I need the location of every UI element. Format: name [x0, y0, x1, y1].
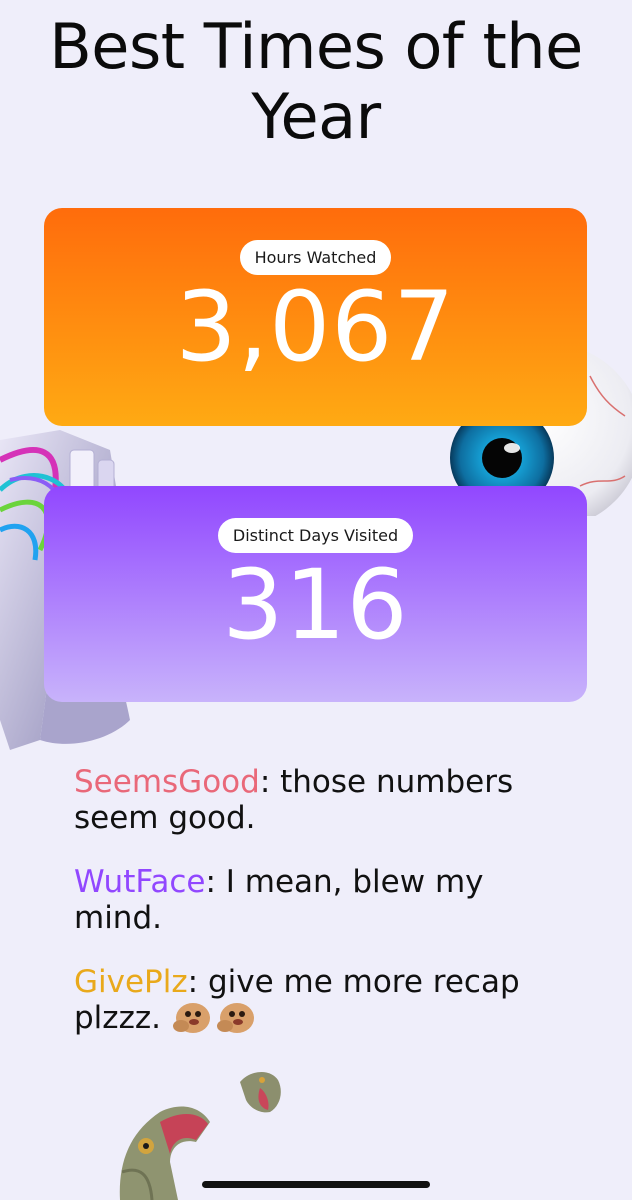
home-indicator[interactable] [202, 1181, 430, 1188]
chat-username: WutFace [74, 864, 206, 900]
chat-message: SeemsGood: those numbers seem good. [74, 764, 554, 836]
hours-watched-card: Hours Watched 3,067 [44, 208, 587, 426]
distinct-days-value: 316 [222, 549, 409, 661]
distinct-days-card: Distinct Days Visited 316 [44, 486, 587, 702]
chat-username: GivePlz [74, 964, 188, 1000]
chat-separator: : [205, 864, 216, 900]
chat-username: SeemsGood [74, 764, 260, 800]
chat-separator: : [187, 964, 199, 1000]
giveplz-emote-icon [172, 1003, 210, 1033]
giveplz-emote-icon [216, 1003, 254, 1033]
hours-watched-value: 3,067 [175, 271, 456, 383]
lizard-icon [119, 1071, 281, 1200]
hours-watched-label: Hours Watched [239, 240, 392, 275]
chat-message: GivePlz: give me more recap plzzz. [74, 964, 554, 1036]
page-title: Best Times of the Year [49, 10, 583, 153]
distinct-days-label: Distinct Days Visited [217, 518, 414, 553]
chat-separator: : [259, 764, 271, 800]
chat-message: WutFace: I mean, blew my mind. [74, 864, 554, 936]
